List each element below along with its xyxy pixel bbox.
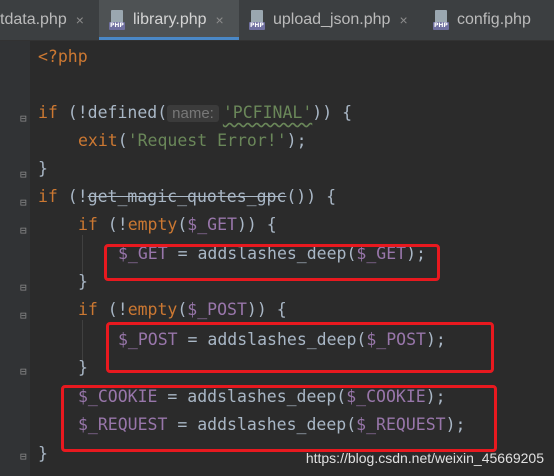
- watermark-url: https://blog.csdn.net/weixin_45669205: [305, 450, 544, 466]
- code-line-10: if (!empty($_POST)) {: [78, 300, 287, 319]
- fold-marker-icon[interactable]: ⊟: [20, 309, 27, 322]
- code-line-3: if (!defined(name: 'PCFINAL')) {: [38, 103, 353, 122]
- code-line-6: if (!get_magic_quotes_gpc()) {: [38, 187, 337, 206]
- fold-end-icon[interactable]: ⊟: [20, 450, 27, 463]
- parameter-hint: name:: [167, 105, 219, 122]
- tab-label: library.php: [133, 11, 207, 28]
- code-line-12: }: [78, 358, 88, 377]
- code-line-4: exit('Request Error!');: [78, 131, 307, 150]
- highlight-box-post: [106, 322, 494, 373]
- code-line-5: }: [38, 159, 48, 178]
- fold-end-icon[interactable]: ⊟: [20, 168, 27, 181]
- code-line-1: <?php: [38, 47, 88, 66]
- code-line-9: }: [78, 272, 88, 291]
- fold-marker-icon[interactable]: ⊟: [20, 112, 27, 125]
- close-icon[interactable]: ×: [216, 12, 224, 28]
- tab-tdata[interactable]: tdata.php ×: [0, 0, 97, 40]
- php-file-icon: PHP: [109, 10, 127, 30]
- active-tab-indicator: [99, 37, 239, 40]
- editor-tab-bar: tdata.php × PHP library.php × PHP upload…: [0, 0, 554, 41]
- tab-library[interactable]: PHP library.php ×: [99, 0, 239, 40]
- tab-label: config.php: [457, 11, 531, 28]
- highlight-box-get: [104, 244, 440, 281]
- tab-upload-json[interactable]: PHP upload_json.php ×: [249, 0, 429, 40]
- highlight-box-cookie-request: [61, 385, 497, 452]
- tab-label: upload_json.php: [273, 11, 391, 28]
- fold-end-icon[interactable]: ⊟: [20, 365, 27, 378]
- php-file-icon: PHP: [249, 10, 267, 30]
- fold-marker-icon[interactable]: ⊟: [20, 224, 27, 237]
- code-line-15: }: [38, 444, 48, 463]
- editor-gutter: ⊟ ⊟ ⊟ ⊟ ⊟ ⊟ ⊟ ⊟: [0, 41, 30, 476]
- close-icon[interactable]: ×: [399, 12, 407, 28]
- close-icon[interactable]: ×: [76, 12, 84, 28]
- code-line-7: if (!empty($_GET)) {: [78, 215, 277, 234]
- tab-config[interactable]: PHP config.php: [433, 0, 554, 40]
- fold-marker-icon[interactable]: ⊟: [20, 196, 27, 209]
- php-file-icon: PHP: [433, 10, 451, 30]
- fold-end-icon[interactable]: ⊟: [20, 281, 27, 294]
- tab-label: tdata.php: [0, 11, 67, 28]
